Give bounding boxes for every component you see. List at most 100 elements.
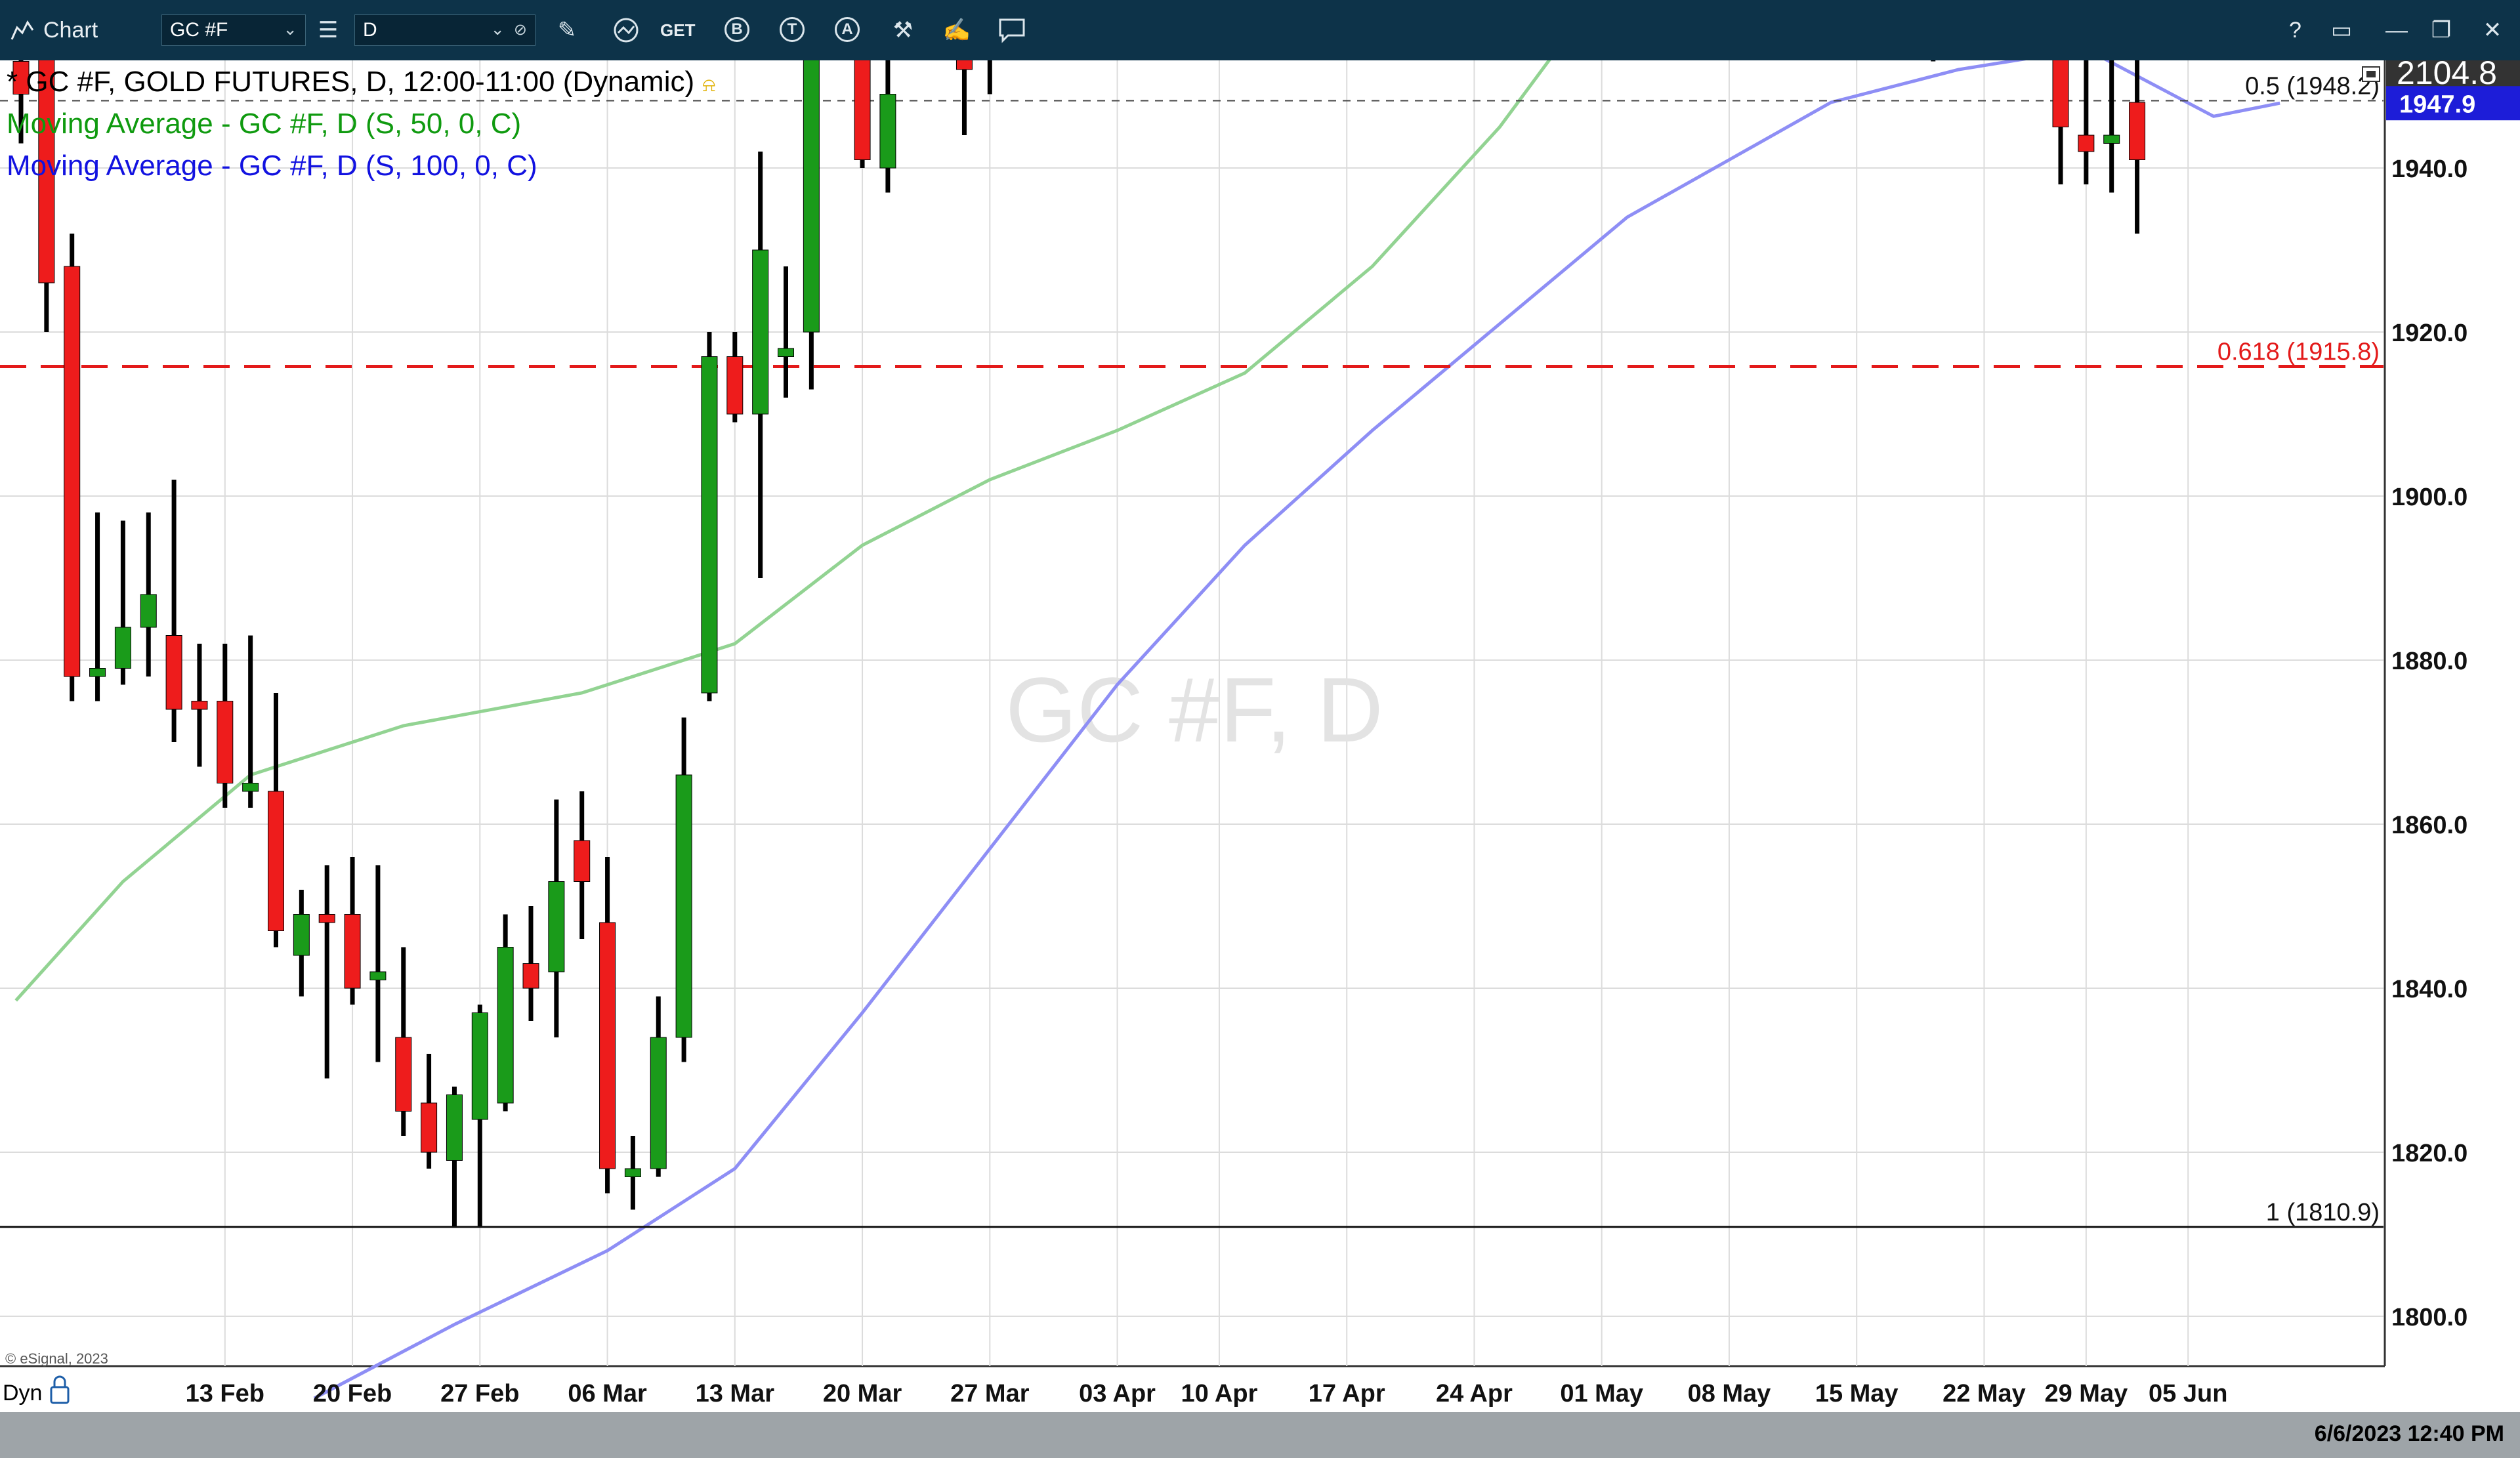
x-tick-label: 15 May: [1815, 1380, 1899, 1407]
candle-body: [956, 60, 973, 70]
candle-body: [191, 701, 208, 710]
y-tick-label: 1920.0: [2391, 320, 2468, 347]
x-tick-label: 27 Feb: [440, 1380, 519, 1407]
fib-label: 0.618 (1915.8): [2217, 339, 2380, 366]
chevron-down-icon[interactable]: ⌄: [283, 19, 297, 39]
candle-body: [242, 783, 259, 792]
symbol-input[interactable]: GC #F ⌄: [161, 14, 306, 46]
interval-input[interactable]: D ⌄ ⊘: [354, 14, 536, 46]
x-tick-label: 08 May: [1688, 1380, 1771, 1407]
x-tick-label: 22 May: [1942, 1380, 2026, 1407]
candle-body: [217, 701, 234, 783]
bell-icon[interactable]: ⍾: [702, 74, 715, 96]
candle-body: [446, 1094, 463, 1161]
edit-icon[interactable]: ✍: [940, 13, 974, 47]
candle-body: [650, 1037, 667, 1169]
x-tick-label: 29 May: [2044, 1380, 2128, 1407]
draw-pencil-icon[interactable]: ✎: [550, 13, 584, 47]
status-bar: 6/6/2023 12:40 PM: [0, 1412, 2520, 1458]
candle-body: [114, 627, 131, 669]
tools-icon[interactable]: ⚒: [886, 13, 920, 47]
legend-ma100[interactable]: Moving Average - GC #F, D (S, 100, 0, C): [7, 150, 537, 182]
candle-body: [548, 881, 565, 972]
candle-body: [2129, 102, 2146, 160]
chevron-down-icon[interactable]: ⌄: [490, 19, 505, 39]
candle-body: [471, 1012, 488, 1120]
x-tick-label: 13 Feb: [186, 1380, 264, 1407]
price-tag-label: 1947.9: [2399, 91, 2475, 118]
layout-icon[interactable]: ▭: [2324, 13, 2359, 47]
legend-main-text: * GC #F, GOLD FUTURES, D, 12:00-11:00 (D…: [7, 66, 695, 98]
candle-body: [752, 249, 769, 415]
candle-body: [395, 1037, 412, 1112]
x-tick-label: 03 Apr: [1079, 1380, 1156, 1407]
close-icon[interactable]: ✕: [2475, 13, 2510, 47]
comment-icon[interactable]: [995, 13, 1029, 47]
watermark: GC #F, D: [1005, 658, 1383, 761]
b-button[interactable]: B: [724, 17, 749, 42]
x-tick-label: 05 Jun: [2149, 1380, 2227, 1407]
top-toolbar: Chart GC #F ⌄ ☰ D ⌄ ⊘ ✎ GET B T A ⚒ ✍ ? …: [0, 0, 2520, 60]
candle-body: [293, 914, 310, 956]
candle-body: [803, 60, 820, 333]
candle-body: [344, 914, 361, 989]
copyright-label: © eSignal, 2023: [5, 1350, 108, 1367]
x-tick-label: 20 Feb: [313, 1380, 392, 1407]
y-tick-label: 1800.0: [2391, 1304, 2468, 1331]
x-tick-label: 27 Mar: [950, 1380, 1030, 1407]
x-tick-label: 20 Mar: [823, 1380, 902, 1407]
t-button[interactable]: T: [780, 17, 805, 42]
x-tick-label: 01 May: [1560, 1380, 1643, 1407]
candle-body: [599, 922, 616, 1169]
restore-icon[interactable]: ❐: [2424, 13, 2458, 47]
candle-body: [318, 914, 335, 923]
help-button[interactable]: ?: [2289, 0, 2301, 60]
price-axis[interactable]: [2385, 60, 2520, 1366]
candle-body: [140, 594, 157, 628]
candle-body: [2078, 135, 2095, 152]
candle-body: [701, 356, 718, 694]
candle-body: [854, 60, 871, 160]
candle-body: [421, 1102, 438, 1153]
x-tick-label: 24 Apr: [1436, 1380, 1513, 1407]
fib-label: 0.5 (1948.2): [2245, 73, 2380, 100]
y-tick-label: 1820.0: [2391, 1140, 2468, 1167]
candle-body: [624, 1168, 641, 1177]
candle-body: [778, 348, 794, 357]
menu-icon[interactable]: ☰: [311, 13, 345, 47]
clear-icon[interactable]: ⊘: [514, 20, 527, 39]
chart-window-icon[interactable]: [10, 0, 34, 60]
y-tick-label: 1940.0: [2391, 156, 2468, 183]
x-tick-label: 06 Mar: [568, 1380, 647, 1407]
candle-body: [2052, 60, 2069, 127]
price-chart[interactable]: GC #F, D 0 (2085.5)0.5 (1948.2)0.618 (19…: [0, 60, 2520, 1412]
study-icon[interactable]: [609, 13, 643, 47]
legend-main: * GC #F, GOLD FUTURES, D, 12:00-11:00 (D…: [7, 66, 715, 98]
app-title: Chart: [43, 17, 98, 43]
candle-body: [574, 840, 591, 882]
candle-body: [675, 774, 692, 1038]
a-button[interactable]: A: [835, 17, 860, 42]
candle-body: [165, 635, 182, 710]
symbol-value: GC #F: [170, 19, 228, 41]
datetime-label: 6/6/2023 12:40 PM: [2314, 1421, 2504, 1446]
y-tick-label: 1900.0: [2391, 484, 2468, 511]
get-button[interactable]: GET: [660, 0, 695, 60]
dyn-label[interactable]: Dyn: [3, 1381, 42, 1406]
candle-body: [726, 356, 744, 415]
fib-label: 1 (1810.9): [2266, 1199, 2380, 1226]
interval-value: D: [363, 19, 377, 41]
candle-body: [64, 266, 81, 677]
y-tick-label: 1860.0: [2391, 812, 2468, 839]
candle-body: [369, 971, 387, 980]
maximize-pane-icon[interactable]: [2362, 66, 2380, 82]
y-tick-label: 1880.0: [2391, 648, 2468, 675]
candle-body: [879, 94, 896, 169]
candle-body: [89, 668, 106, 677]
candle-body: [497, 947, 514, 1104]
minimize-icon[interactable]: —: [2380, 13, 2414, 47]
candle-body: [522, 963, 539, 989]
legend-ma50[interactable]: Moving Average - GC #F, D (S, 50, 0, C): [7, 108, 521, 140]
x-tick-label: 13 Mar: [696, 1380, 775, 1407]
y-tick-label: 1840.0: [2391, 976, 2468, 1003]
